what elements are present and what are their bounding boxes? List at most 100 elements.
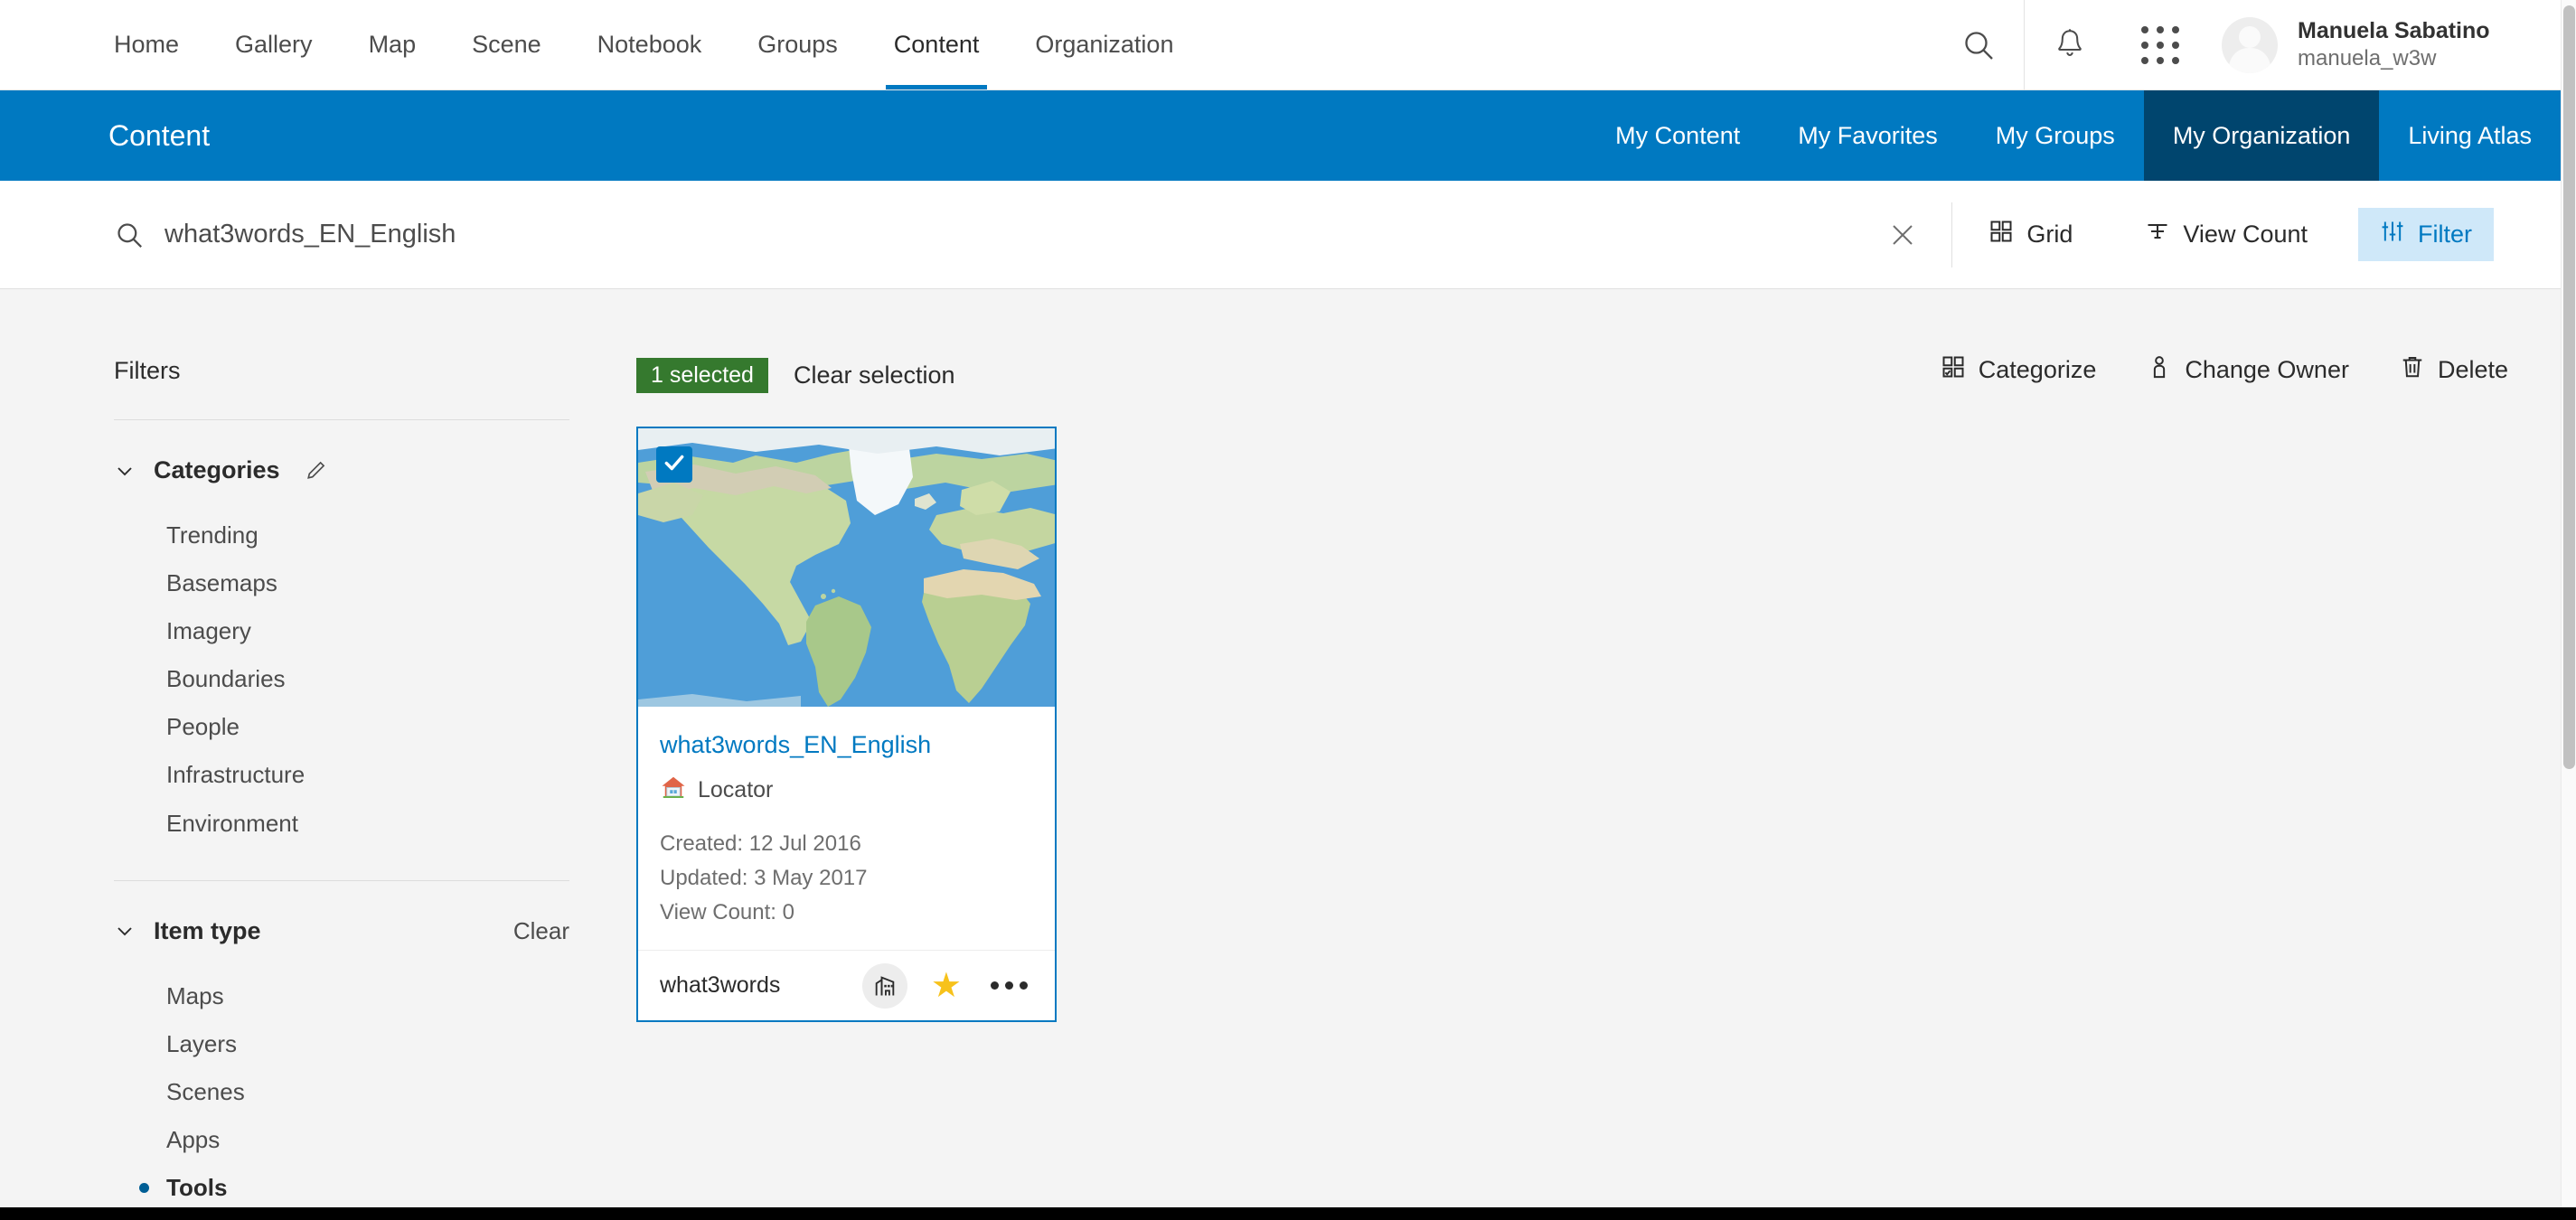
categorize-grid-icon	[1941, 354, 1966, 386]
facet-item-type-list: Maps Layers Scenes Apps Tools Locators G…	[114, 945, 569, 1220]
star-icon[interactable]: ★	[931, 969, 962, 1003]
facet-item-label: Scenes	[166, 1077, 245, 1105]
card-footer: what3words ★	[638, 950, 1055, 1020]
filter-sliders-icon	[2380, 219, 2405, 250]
scrollbar-thumb[interactable]	[2563, 5, 2575, 769]
categorize-button[interactable]: Categorize	[1941, 354, 2097, 386]
top-nav-actions: Manuela Sabatino manuela_w3w	[1933, 0, 2576, 90]
filters-heading: Filters	[114, 357, 181, 384]
chevron-down-icon[interactable]	[114, 460, 136, 482]
top-nav-spacer	[1201, 0, 1933, 89]
bell-icon[interactable]	[2025, 0, 2115, 90]
facet-item-trending[interactable]: Trending	[166, 511, 569, 559]
facet-item-tools[interactable]: Tools	[139, 1164, 569, 1212]
kebab-menu-icon[interactable]	[985, 976, 1033, 995]
nav-item-notebook[interactable]: Notebook	[569, 0, 730, 89]
facet-item-scenes[interactable]: Scenes	[166, 1068, 569, 1116]
tab-living-atlas[interactable]: Living Atlas	[2379, 90, 2561, 181]
nav-label: Map	[368, 31, 417, 58]
card-title-link[interactable]: what3words_EN_English	[660, 730, 1033, 759]
facet-clear-button[interactable]: Clear	[513, 917, 569, 945]
change-owner-label: Change Owner	[2185, 356, 2349, 383]
facet-item-label: Trending	[166, 521, 259, 549]
facet-item-label: Imagery	[166, 617, 251, 645]
organization-building-icon[interactable]	[861, 962, 907, 1009]
search-icon[interactable]	[0, 220, 165, 250]
content-page: Home Gallery Map Scene Notebook Groups C…	[0, 0, 2576, 1220]
facet-item-layers[interactable]: Layers	[166, 1020, 569, 1068]
pencil-icon[interactable]	[304, 459, 327, 483]
bottom-bar	[0, 1207, 2576, 1220]
sort-view-count-button[interactable]: View Count	[2123, 208, 2329, 261]
vertical-scrollbar[interactable]	[2561, 0, 2576, 1207]
facet-item-label: Infrastructure	[166, 761, 306, 789]
delete-label: Delete	[2437, 356, 2508, 383]
tab-my-organization[interactable]: My Organization	[2143, 90, 2380, 181]
close-icon[interactable]	[1854, 221, 1951, 249]
world-map-thumbnail-svg	[638, 428, 1055, 707]
app-grid-icon[interactable]	[2115, 0, 2205, 90]
facet-item-apps[interactable]: Apps	[166, 1116, 569, 1164]
nav-label: Home	[114, 31, 180, 58]
tab-my-content[interactable]: My Content	[1586, 90, 1769, 181]
tab-label: My Organization	[2172, 121, 2351, 149]
checkmark-icon	[663, 451, 686, 479]
tab-label: My Content	[1615, 121, 1741, 149]
facet-item-basemaps[interactable]: Basemaps	[166, 559, 569, 607]
filters-sidebar: Filters Categories Trending Basemaps Ima…	[0, 289, 569, 1207]
nav-item-organization[interactable]: Organization	[1007, 0, 1201, 89]
card-checkbox[interactable]	[656, 446, 692, 483]
facet-item-people[interactable]: People	[166, 703, 569, 751]
grid-view-label: Grid	[2026, 221, 2073, 248]
facet-categories: Categories Trending Basemaps Imagery Bou…	[114, 420, 569, 881]
nav-label: Organization	[1035, 31, 1174, 58]
app-grid-dots	[2141, 25, 2179, 64]
facet-item-boundaries[interactable]: Boundaries	[166, 655, 569, 703]
categorize-label: Categorize	[1978, 356, 2097, 383]
status-badge: 1 selected	[636, 357, 768, 393]
search-toolbar: Grid View Count Filter	[1854, 202, 2561, 267]
clear-selection-button[interactable]: Clear selection	[794, 361, 955, 389]
facet-item-infrastructure[interactable]: Infrastructure	[166, 751, 569, 799]
nav-item-content[interactable]: Content	[866, 0, 1008, 89]
content-tabs: My Content My Favorites My Groups My Org…	[1586, 90, 2561, 181]
chevron-down-icon[interactable]	[114, 920, 136, 942]
nav-item-scene[interactable]: Scene	[444, 0, 569, 89]
facet-item-maps[interactable]: Maps	[166, 972, 569, 1020]
card-body: what3words_EN_English Locator Created: 1…	[638, 707, 1055, 950]
change-owner-button[interactable]: Change Owner	[2147, 354, 2349, 386]
tab-label: Living Atlas	[2408, 121, 2532, 149]
nav-item-map[interactable]: Map	[341, 0, 445, 89]
card-type: Locator	[660, 774, 1033, 807]
facet-item-type-header[interactable]: Item type Clear	[114, 917, 569, 945]
facet-item-label: People	[166, 713, 240, 741]
card-view-count: View Count: 0	[660, 900, 794, 925]
user-name: Manuela Sabatino	[2298, 17, 2490, 43]
trash-icon	[2400, 354, 2425, 386]
tab-my-groups[interactable]: My Groups	[1967, 90, 2144, 181]
grid-view-button[interactable]: Grid	[1967, 208, 2094, 261]
facet-item-label: Basemaps	[166, 569, 277, 597]
card-footer-icons: ★	[861, 962, 1033, 1009]
facet-categories-header[interactable]: Categories	[114, 456, 569, 484]
facet-item-environment[interactable]: Environment	[166, 800, 569, 848]
user-menu[interactable]: Manuela Sabatino manuela_w3w	[2205, 0, 2576, 90]
search-bar: what3words_EN_English Grid View Count Fi…	[0, 181, 2561, 289]
search-input[interactable]: what3words_EN_English	[165, 220, 456, 249]
nav-label: Notebook	[597, 31, 702, 58]
item-card[interactable]: what3words_EN_English Locator Created: 1…	[636, 427, 1057, 1023]
nav-item-gallery[interactable]: Gallery	[207, 0, 341, 89]
search-icon[interactable]	[1933, 0, 2024, 90]
filter-button[interactable]: Filter	[2358, 208, 2494, 261]
delete-button[interactable]: Delete	[2400, 354, 2508, 386]
nav-item-groups[interactable]: Groups	[729, 0, 866, 89]
bulk-actions: Categorize Change Owner Delete	[1890, 354, 2508, 386]
card-thumbnail[interactable]	[638, 428, 1055, 707]
facet-categories-list: Trending Basemaps Imagery Boundaries Peo…	[114, 484, 569, 848]
nav-item-home[interactable]: Home	[86, 0, 207, 89]
facet-item-imagery[interactable]: Imagery	[166, 607, 569, 655]
facet-item-label: Apps	[166, 1125, 221, 1153]
sort-lines-icon	[2145, 219, 2170, 250]
tab-my-favorites[interactable]: My Favorites	[1769, 90, 1967, 181]
card-created: Created: 12 Jul 2016	[660, 831, 861, 857]
